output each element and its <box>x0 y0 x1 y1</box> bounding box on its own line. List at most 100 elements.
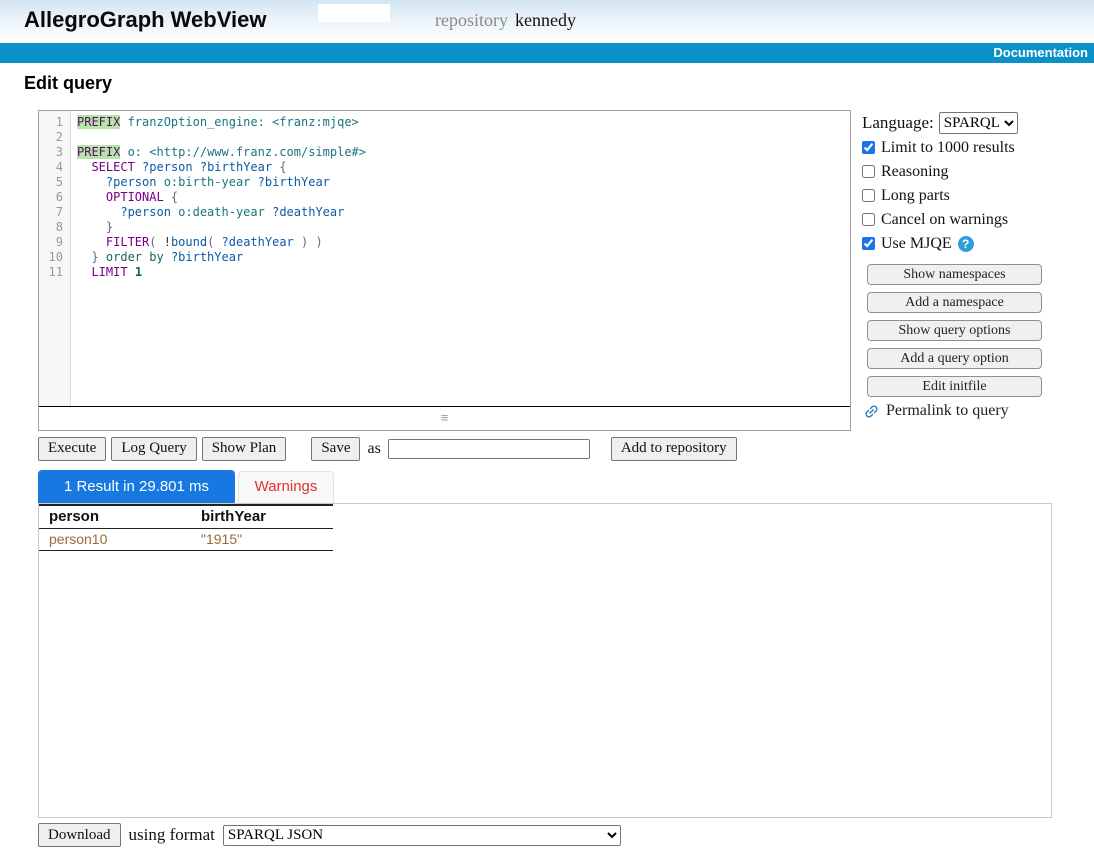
code-line: 3 PREFIX o: <http://www.franz.com/simple#… <box>39 145 850 160</box>
option-label-long-parts: Long parts <box>881 187 950 205</box>
results-header-row: personbirthYear <box>39 505 333 529</box>
add-to-repository-button[interactable]: Add to repository <box>611 437 737 461</box>
execute-button[interactable]: Execute <box>38 437 106 461</box>
permalink-to-query-link[interactable]: Permalink to query <box>863 402 1009 420</box>
log-query-button[interactable]: Log Query <box>111 437 196 461</box>
editor-resize-handle[interactable]: ≡ <box>39 408 850 430</box>
code-text: } order by ?birthYear <box>77 250 243 264</box>
option-label-reasoning: Reasoning <box>881 163 949 181</box>
option-label-use-mjqe: Use MJQE <box>881 235 952 253</box>
option-row-long-parts: Long parts <box>862 187 1042 204</box>
save-name-input[interactable] <box>388 439 590 459</box>
checkbox-reasoning[interactable] <box>862 165 875 178</box>
code-line: 4 SELECT ?person ?birthYear { <box>39 160 850 175</box>
line-number: 5 <box>39 175 63 190</box>
checkbox-cancel-on-warnings[interactable] <box>862 213 875 226</box>
token-var: ?person <box>120 205 171 219</box>
code-text: } <box>77 220 113 234</box>
repository-indicator: repositorykennedy <box>435 10 576 31</box>
checkbox-long-parts[interactable] <box>862 189 875 202</box>
code-line: 5 ?person o:birth-year ?birthYear <box>39 175 850 190</box>
token-iri: <franz:mjqe> <box>272 115 359 129</box>
token-op: ! <box>164 235 171 249</box>
line-number: 9 <box>39 235 63 250</box>
navbar: ‹ | Repository | Queries | Utilities | A… <box>0 43 1094 63</box>
add-a-query-option-button[interactable]: Add a query option <box>867 348 1042 369</box>
download-button[interactable]: Download <box>38 823 121 847</box>
token-kwhl: PREFIX <box>77 115 120 129</box>
code-line: 8 } <box>39 220 850 235</box>
table-cell: "1915" <box>191 529 333 551</box>
nav-separator: | <box>208 85 218 100</box>
code-editor-area[interactable]: 1 PREFIX franzOption_engine: <franz:mjqe>… <box>39 111 850 407</box>
action-row: Execute Log Query Show Plan Save as Add … <box>38 436 737 461</box>
edit-initfile-button[interactable]: Edit initfile <box>867 376 1042 397</box>
line-number: 4 <box>39 160 63 175</box>
token-pn: franzOption_engine: <box>120 115 272 129</box>
line-number: 3 <box>39 145 63 160</box>
column-header-person: person <box>39 505 191 529</box>
option-row-limit-to-1000-results: Limit to 1000 results <box>862 139 1042 156</box>
tab-results[interactable]: 1 Result in 29.801 ms <box>38 470 235 503</box>
help-icon[interactable]: ? <box>958 236 974 252</box>
line-number: 6 <box>39 190 63 205</box>
checkbox-limit-to-1000-results[interactable] <box>862 141 875 154</box>
code-text: PREFIX o: <http://www.franz.com/simple#> <box>77 145 366 159</box>
show-namespaces-button[interactable]: Show namespaces <box>867 264 1042 285</box>
header: AllegroGraph WebView repositorykennedy <box>0 0 1094 43</box>
token-var: ?birthYear <box>171 250 243 264</box>
token-var: ?person <box>106 175 157 189</box>
token-kw: OPTIONAL <box>106 190 164 204</box>
header-white-box <box>318 4 390 22</box>
token-pn: o:birth-year <box>156 175 257 189</box>
add-a-namespace-button[interactable]: Add a namespace <box>867 292 1042 313</box>
nav-item-utilities[interactable]: Utilities <box>161 85 208 100</box>
table-cell: person10 <box>39 529 191 551</box>
checkbox-use-mjqe[interactable] <box>862 237 875 250</box>
code-text: ?person o:death-year ?deathYear <box>77 205 344 219</box>
tab-warnings[interactable]: Warnings <box>238 471 334 503</box>
option-label-cancel-on-warnings: Cancel on warnings <box>881 211 1008 229</box>
language-select[interactable]: SPARQL <box>939 112 1018 134</box>
nav-item-documentation[interactable]: Documentation <box>993 43 1088 63</box>
permalink-icon <box>863 403 880 420</box>
line-number: 11 <box>39 265 63 280</box>
download-row: Download using format SPARQL JSON <box>38 823 621 847</box>
token-pl <box>77 220 106 234</box>
token-pn: o: <box>120 145 149 159</box>
code-text: ?person o:birth-year ?birthYear <box>77 175 330 189</box>
token-pn: o:death-year <box>171 205 272 219</box>
nav-item-admin[interactable]: Admin <box>219 85 259 100</box>
nav-separator: | <box>12 85 23 100</box>
sidebar-buttons: Show namespaces Add a namespace Show query… <box>867 264 1042 404</box>
token-pl <box>77 265 91 279</box>
show-plan-button[interactable]: Show Plan <box>202 437 287 461</box>
line-number: 7 <box>39 205 63 220</box>
nav-item-user-test[interactable]: User test <box>270 85 326 100</box>
line-number: 1 <box>39 115 63 130</box>
show-query-options-button[interactable]: Show query options <box>867 320 1042 341</box>
results-panel: personbirthYear person10"1915" <box>38 503 1052 818</box>
line-number: 10 <box>39 250 63 265</box>
code-line: 7 ?person o:death-year ?deathYear <box>39 205 850 220</box>
code-text: OPTIONAL { <box>77 190 178 204</box>
code-line: 10 } order by ?birthYear <box>39 250 850 265</box>
table-row: person10"1915" <box>39 529 333 551</box>
token-var: ?deathYear <box>222 235 294 249</box>
page-title: Edit query <box>24 73 112 94</box>
token-br: } <box>106 220 113 234</box>
save-button[interactable]: Save <box>311 437 360 461</box>
token-kwhl: PREFIX <box>77 145 120 159</box>
code-line: 1 PREFIX franzOption_engine: <franz:mjqe> <box>39 115 850 130</box>
code-text: PREFIX franzOption_engine: <franz:mjqe> <box>77 115 359 129</box>
language-label: Language: <box>862 113 934 133</box>
token-kw: SELECT <box>91 160 134 174</box>
token-var: ?person <box>142 160 193 174</box>
format-select[interactable]: SPARQL JSON <box>223 825 621 846</box>
token-num: 1 <box>135 265 142 279</box>
code-line: 11 LIMIT 1 <box>39 265 850 280</box>
token-fn: bound <box>171 235 207 249</box>
token-var: ?deathYear <box>272 205 344 219</box>
code-line: 2 <box>39 130 850 145</box>
option-row-reasoning: Reasoning <box>862 163 1042 180</box>
